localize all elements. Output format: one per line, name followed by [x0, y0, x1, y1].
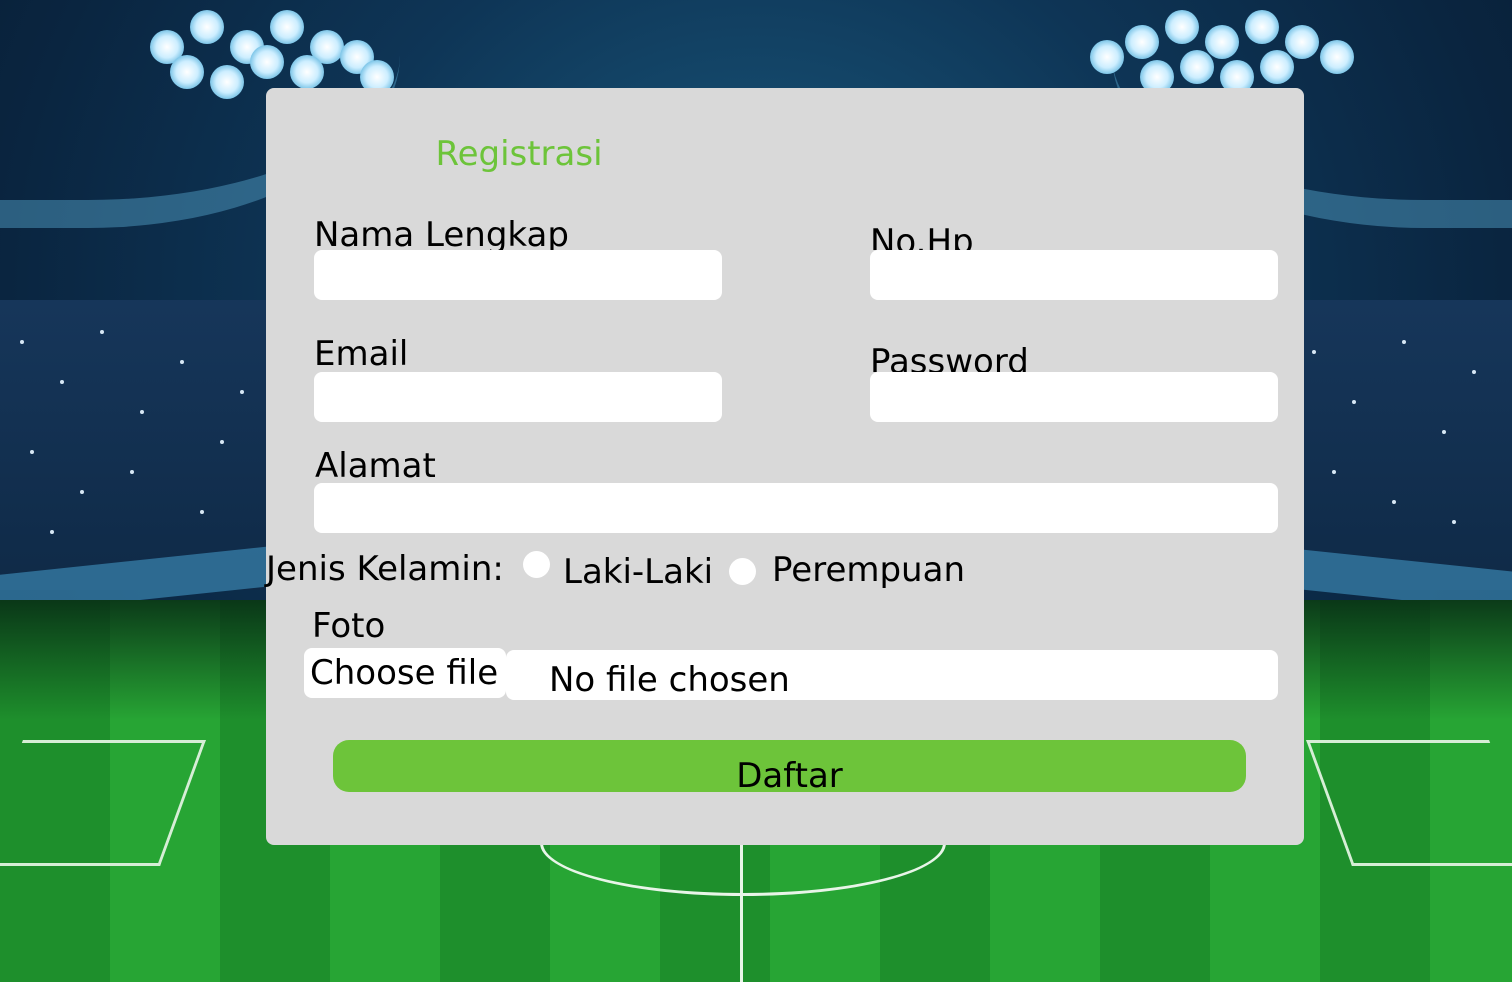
halfway-line [740, 840, 743, 982]
daftar-button[interactable]: Daftar [333, 740, 1246, 792]
foto-label: Foto [312, 606, 386, 646]
crowd-left [0, 300, 280, 590]
radio-perempuan[interactable] [729, 558, 756, 585]
nama-lengkap-input[interactable] [314, 250, 722, 300]
password-input[interactable] [870, 372, 1278, 422]
alamat-input[interactable] [314, 483, 1278, 533]
no-hp-input[interactable] [870, 250, 1278, 300]
page: Registrasi Nama Lengkap No.Hp Email Pass… [0, 0, 1512, 982]
radio-laki-laki-label[interactable]: Laki-Laki [563, 552, 713, 592]
radio-laki-laki[interactable] [523, 551, 550, 578]
password-label: Password [870, 342, 1029, 372]
nama-lengkap-label: Nama Lengkap [314, 215, 569, 255]
form-title: Registrasi [435, 134, 603, 174]
alamat-label: Alamat [315, 446, 436, 486]
gender-label: Jenis Kelamin: [266, 549, 504, 589]
file-status-text: No file chosen [549, 660, 790, 700]
email-input[interactable] [314, 372, 722, 422]
no-hp-label: No.Hp [870, 222, 974, 250]
radio-perempuan-label[interactable]: Perempuan [772, 550, 965, 590]
crowd-right [1292, 300, 1512, 590]
email-label: Email [314, 334, 409, 374]
choose-file-button[interactable]: Choose file [304, 648, 506, 698]
